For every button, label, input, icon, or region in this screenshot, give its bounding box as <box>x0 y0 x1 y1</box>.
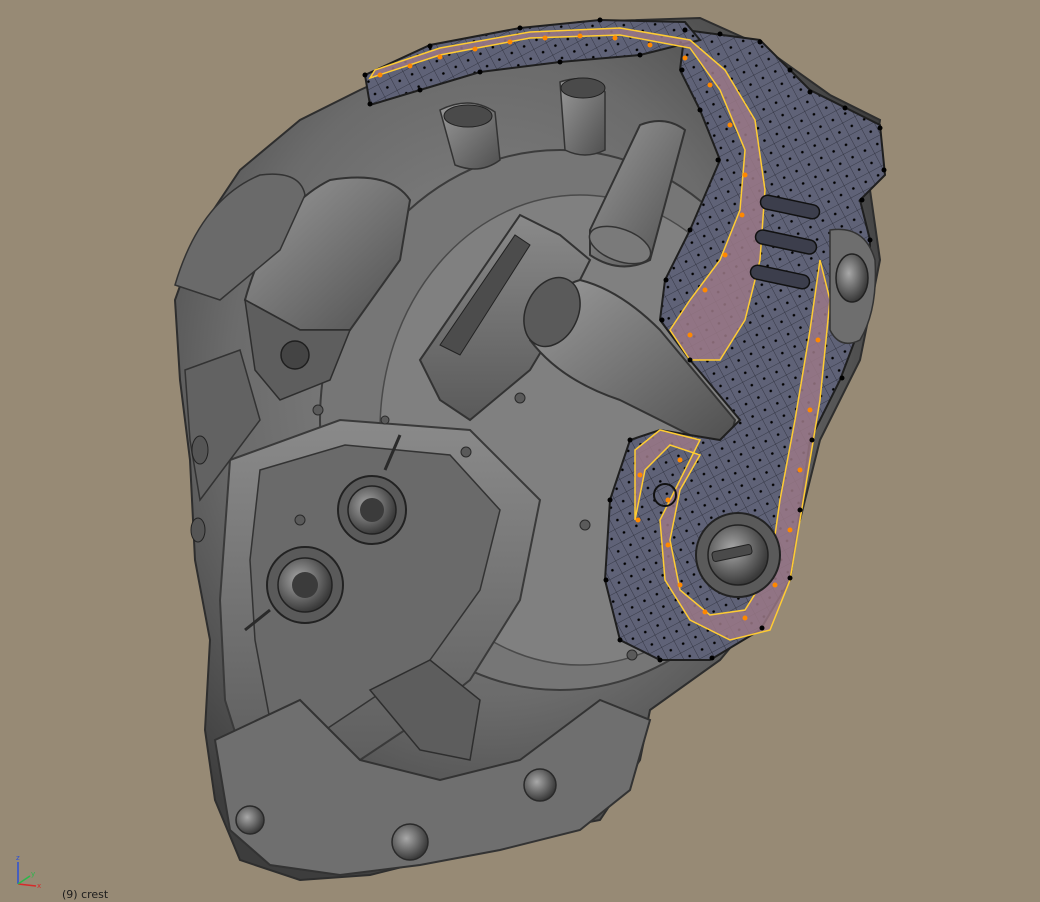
3d-viewport[interactable]: z x y (9) crest <box>0 0 1040 902</box>
top-tube-left-cap <box>443 104 493 128</box>
chin-port <box>391 823 429 861</box>
axis-y-label: y <box>31 870 35 878</box>
right-ear-pod-cap <box>835 253 869 303</box>
axis-y-line <box>17 875 31 885</box>
eye-lens-upper <box>337 475 407 545</box>
ear-lens <box>695 512 781 598</box>
eye-lens-lower <box>266 546 344 624</box>
helmet-model[interactable] <box>173 16 887 882</box>
jaw-port-right <box>523 768 557 802</box>
axis-z-label: z <box>16 854 20 862</box>
viewport-canvas[interactable]: z x y <box>0 0 1040 902</box>
axis-x-line <box>17 883 37 887</box>
axis-x-label: x <box>37 882 41 890</box>
left-side-port-2 <box>190 517 206 543</box>
viewport-status-text: (9) crest <box>62 888 109 901</box>
jaw-port-left <box>235 805 265 835</box>
axis-gizmo: z x y <box>16 854 41 890</box>
left-side-port-1 <box>191 435 209 465</box>
left-pod-fitting <box>280 340 310 370</box>
top-tube-mid-cap <box>560 77 606 99</box>
